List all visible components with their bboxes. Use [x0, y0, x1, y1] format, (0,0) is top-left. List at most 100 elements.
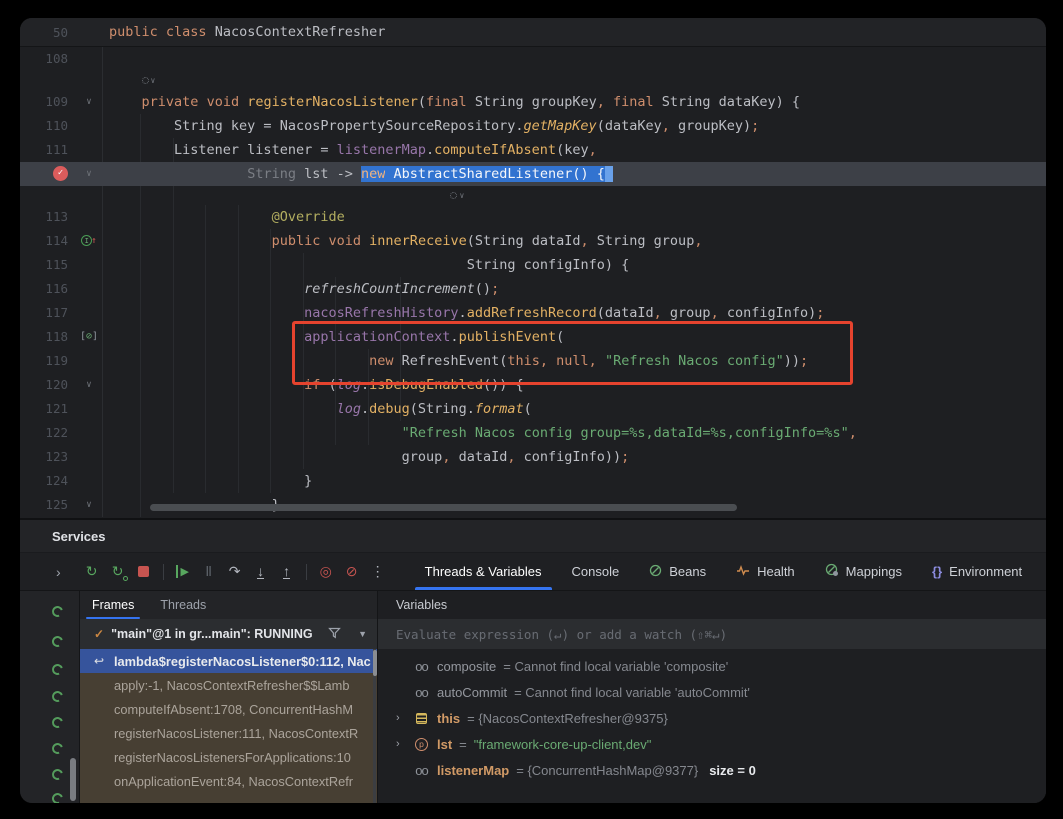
fold-chevron-icon[interactable]: ∨	[86, 169, 91, 179]
gutter-icon-area[interactable]	[76, 18, 102, 46]
code-line-119[interactable]: 119new RefreshEvent(this, null, "Refresh…	[20, 349, 1046, 373]
gutter-icon-area[interactable]	[76, 253, 102, 277]
tab-console[interactable]: Console	[572, 553, 620, 590]
expand-chevron-icon[interactable]: ›	[396, 738, 406, 750]
code-editor[interactable]: 50public class NacosContextRefresher108 ∨…	[20, 18, 1046, 518]
evaluate-expression-input[interactable]	[396, 627, 1020, 642]
running-service-icon[interactable]	[50, 662, 65, 677]
running-service-icon[interactable]	[50, 604, 65, 619]
line-number[interactable]: 113	[20, 205, 76, 229]
inlay-hint-row[interactable]: ∨	[20, 71, 1046, 90]
running-service-icon[interactable]	[50, 791, 65, 803]
variable-row[interactable]: ›plst = "framework-core-up-client,dev"	[378, 731, 1046, 757]
stack-frame-row[interactable]: registerNacosListenersForApplications:10	[80, 745, 377, 769]
code-line-112[interactable]: ✓∨String lst -> new AbstractSharedListen…	[20, 162, 1046, 186]
thread-selector[interactable]: ✓ "main"@1 in gr...main": RUNNING ▼	[80, 619, 377, 649]
gutter-icon-area[interactable]: ∨	[76, 90, 102, 114]
code-line-121[interactable]: 121log.debug(String.format(	[20, 397, 1046, 421]
step-over-icon[interactable]: ↷	[222, 560, 248, 584]
running-service-icon[interactable]	[50, 741, 65, 756]
line-number[interactable]: 111	[20, 138, 76, 162]
editor-horizontal-scrollbar[interactable]	[150, 504, 737, 511]
gutter-icon-area[interactable]: ∨	[76, 373, 102, 397]
breakpoint-icon[interactable]: ✓	[53, 166, 68, 181]
code-line-117[interactable]: 117nacosRefreshHistory.addRefreshRecord(…	[20, 301, 1046, 325]
variable-row[interactable]: ooautoCommit = Cannot find local variabl…	[378, 679, 1046, 705]
inlay-gear-icon[interactable]	[142, 77, 149, 84]
line-number[interactable]	[20, 71, 76, 90]
code-line-108[interactable]: 108	[20, 47, 1046, 71]
fold-chevron-icon[interactable]: ∨	[86, 380, 91, 390]
inlay-chevron-icon[interactable]: ∨	[459, 191, 464, 200]
inlay-gear-icon[interactable]	[450, 192, 457, 199]
gutter-icon-area[interactable]: [⊘]	[76, 325, 102, 349]
gutter-icon-area[interactable]	[76, 349, 102, 373]
line-number[interactable]: 117	[20, 301, 76, 325]
gutter-icon-area[interactable]	[76, 138, 102, 162]
code-line-123[interactable]: 123group, dataId, configInfo));	[20, 445, 1046, 469]
line-number[interactable]: 116	[20, 277, 76, 301]
line-number[interactable]: 120	[20, 373, 76, 397]
more-options-icon[interactable]: ⋮	[365, 560, 391, 584]
code-line-114[interactable]: 114I↑public void innerReceive(String dat…	[20, 229, 1046, 253]
tab-beans[interactable]: Beans	[649, 553, 706, 590]
gutter-icon-area[interactable]	[76, 445, 102, 469]
line-number[interactable]: 124	[20, 469, 76, 493]
fold-chevron-icon[interactable]: ∨	[86, 97, 91, 107]
view-breakpoints-icon[interactable]: ◎	[313, 560, 339, 584]
code-line-113[interactable]: 113@Override	[20, 205, 1046, 229]
stack-frame-row[interactable]: computeIfAbsent:1708, ConcurrentHashM	[80, 697, 377, 721]
expand-chevron-icon[interactable]: ›	[396, 712, 406, 724]
pause-icon[interactable]: Ⅱ	[196, 560, 222, 584]
gutter-icon-area[interactable]	[76, 301, 102, 325]
line-number[interactable]: 123	[20, 445, 76, 469]
gutter-icon-area[interactable]	[76, 114, 102, 138]
code-line-110[interactable]: 110String key = NacosPropertySourceRepos…	[20, 114, 1046, 138]
line-number[interactable]: 109	[20, 90, 76, 114]
code-line-124[interactable]: 124}	[20, 469, 1046, 493]
line-number[interactable]: 115	[20, 253, 76, 277]
gutter-icon-area[interactable]: ∨	[76, 493, 102, 517]
gutter-icon-area[interactable]	[76, 397, 102, 421]
stop-icon[interactable]	[131, 560, 157, 584]
fold-chevron-icon[interactable]: ∨	[86, 500, 91, 510]
filter-frames-icon[interactable]	[328, 627, 341, 642]
frames-scrollbar-thumb[interactable]	[373, 650, 377, 676]
running-service-icon[interactable]	[50, 689, 65, 704]
expand-services-tree-icon[interactable]: ›	[56, 564, 61, 580]
tab-environment[interactable]: {}Environment	[932, 553, 1022, 590]
gutter-icon-area[interactable]: ∨	[76, 162, 102, 186]
subtab-frames[interactable]: Frames	[92, 591, 134, 619]
line-number[interactable]: 108	[20, 47, 76, 71]
gutter-icon-area[interactable]	[76, 71, 102, 90]
gutter-icon-area[interactable]: I↑	[76, 229, 102, 253]
inlay-hint-row[interactable]: ∨	[20, 186, 1046, 205]
line-number[interactable]: 125	[20, 493, 76, 517]
code-line-50[interactable]: 50public class NacosContextRefresher	[20, 18, 1046, 47]
gutter-icon-area[interactable]	[76, 277, 102, 301]
code-line-122[interactable]: 122"Refresh Nacos config group=%s,dataId…	[20, 421, 1046, 445]
variable-row[interactable]: oocomposite = Cannot find local variable…	[378, 653, 1046, 679]
subtab-threads[interactable]: Threads	[160, 591, 206, 619]
gutter-icon-area[interactable]	[76, 205, 102, 229]
step-into-icon[interactable]: ↓	[248, 560, 274, 584]
inlay-chevron-icon[interactable]: ∨	[151, 76, 156, 85]
running-service-icon[interactable]	[50, 634, 65, 649]
tab-mappings[interactable]: Mappings	[825, 553, 902, 590]
tab-health[interactable]: Health	[736, 553, 795, 590]
line-number[interactable]: 50	[20, 18, 76, 46]
line-number[interactable]: 121	[20, 397, 76, 421]
line-number[interactable]: 110	[20, 114, 76, 138]
gutter-icon-area[interactable]	[76, 469, 102, 493]
gutter-icon-area[interactable]	[76, 186, 102, 205]
line-number[interactable]: 122	[20, 421, 76, 445]
code-line-111[interactable]: 111Listener listener = listenerMap.compu…	[20, 138, 1046, 162]
variable-row[interactable]: oolistenerMap = {ConcurrentHashMap@9377}…	[378, 757, 1046, 783]
tab-threads-variables[interactable]: Threads & Variables	[425, 553, 542, 590]
code-line-118[interactable]: 118[⊘]applicationContext.publishEvent(	[20, 325, 1046, 349]
gutter-icon-area[interactable]	[76, 421, 102, 445]
code-line-116[interactable]: 116refreshCountIncrement();	[20, 277, 1046, 301]
step-out-icon[interactable]: ↑	[274, 560, 300, 584]
rerun-debug-icon[interactable]: ↻	[105, 560, 131, 584]
gutter-icon-area[interactable]	[76, 47, 102, 71]
